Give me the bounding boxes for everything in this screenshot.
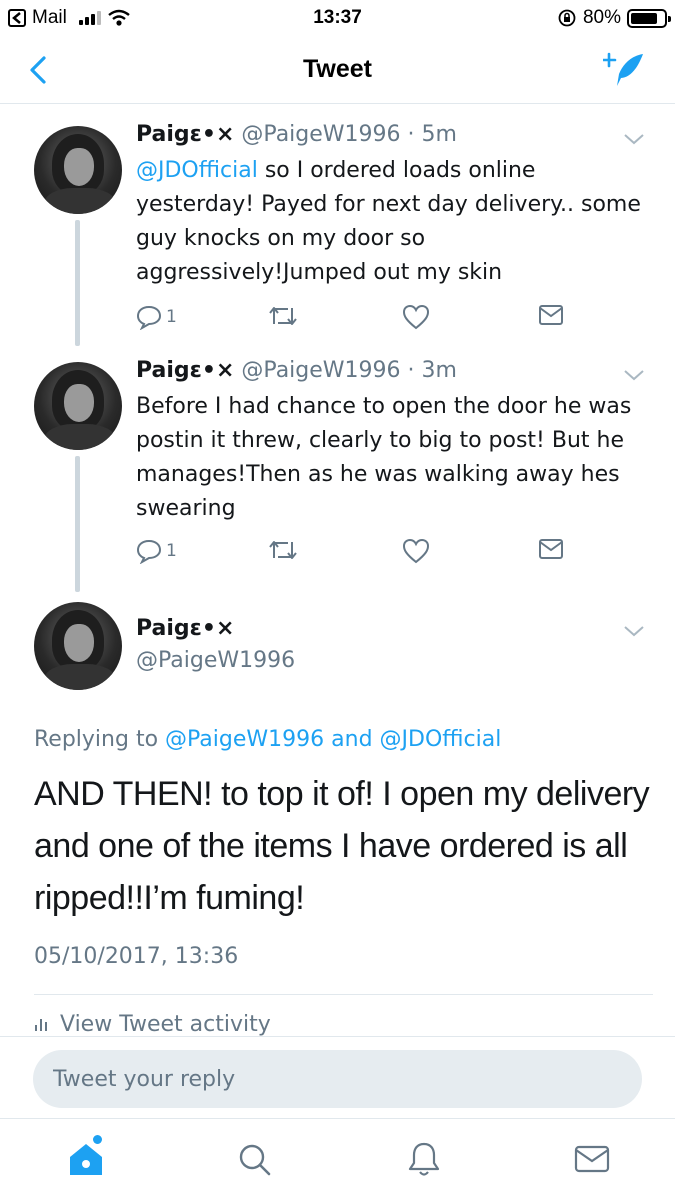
tweet-header: Paigɛ•× @PaigeW1996 · 3m	[136, 358, 457, 383]
compose-quill-icon[interactable]	[603, 48, 647, 92]
like-button[interactable]	[402, 538, 430, 564]
tweet-text: Before I had chance to open the door he …	[136, 394, 632, 521]
nav-bar: Tweet	[0, 36, 675, 104]
thread-tweet-2[interactable]: Paigɛ•× @PaigeW1996 · 3m Before I had ch…	[0, 356, 675, 596]
envelope-icon	[539, 539, 563, 559]
replying-prefix: Replying to	[34, 727, 166, 752]
messages-envelope-icon[interactable]	[572, 1139, 612, 1179]
thread-connector-line	[75, 456, 80, 592]
reply-count: 1	[166, 307, 177, 327]
tweet-actions: 1	[136, 304, 566, 334]
tweet-age: · 5m	[407, 122, 457, 147]
thread-connector-line	[75, 220, 80, 346]
retweet-button[interactable]	[268, 304, 298, 328]
main-tweet-text: AND THEN! to top it of! I open my delive…	[34, 775, 650, 917]
dm-button[interactable]	[538, 304, 564, 326]
tweet-timestamp: 05/10/2017, 13:36	[34, 944, 239, 969]
like-button[interactable]	[402, 304, 430, 330]
heart-icon	[402, 538, 430, 564]
reply-icon	[136, 305, 162, 330]
battery-fill	[631, 12, 657, 24]
thread-tweet-1[interactable]: Paigɛ•× @PaigeW1996 · 5m @JDOfficial so …	[0, 120, 675, 346]
retweet-button[interactable]	[268, 538, 298, 562]
reply-input[interactable]	[33, 1050, 642, 1108]
reply-bar	[0, 1036, 675, 1118]
mention-link[interactable]: @JDOfficial	[136, 158, 258, 183]
notifications-bell-icon[interactable]	[404, 1139, 444, 1179]
view-activity-link[interactable]: View Tweet activity	[34, 1012, 271, 1036]
reply-button[interactable]: 1	[136, 538, 177, 564]
replying-to-mentions[interactable]: @PaigeW1996 and @JDOfficial	[165, 727, 501, 752]
chevron-down-icon[interactable]	[623, 368, 645, 382]
chevron-down-icon[interactable]	[623, 132, 645, 146]
main-avatar[interactable]	[34, 602, 122, 690]
retweet-icon	[269, 541, 297, 559]
page-title: Tweet	[303, 55, 372, 83]
avatar[interactable]	[34, 126, 122, 214]
new-tweets-dot	[93, 1135, 102, 1144]
dm-button[interactable]	[538, 538, 564, 560]
tweet-age: · 3m	[407, 358, 457, 383]
orientation-lock-icon	[558, 9, 576, 27]
battery-percent: 80%	[582, 7, 621, 28]
main-handle[interactable]: @PaigeW1996	[136, 648, 295, 673]
search-icon[interactable]	[234, 1139, 274, 1179]
handle[interactable]: @PaigeW1996	[241, 122, 400, 147]
envelope-icon	[539, 305, 563, 325]
reply-count: 1	[166, 541, 177, 561]
view-activity-label[interactable]: View Tweet activity	[60, 1012, 271, 1036]
chevron-down-icon[interactable]	[623, 624, 645, 638]
display-name[interactable]: Paigɛ•×	[136, 122, 234, 147]
handle[interactable]: @PaigeW1996	[241, 358, 400, 383]
retweet-icon	[269, 307, 297, 325]
heart-icon	[402, 304, 430, 330]
avatar[interactable]	[34, 362, 122, 450]
main-display-name[interactable]: Paigɛ•×	[136, 616, 234, 641]
battery-icon	[627, 8, 671, 28]
display-name[interactable]: Paigɛ•×	[136, 358, 234, 383]
home-icon[interactable]	[66, 1139, 106, 1179]
tab-bar	[0, 1118, 675, 1200]
replying-to-line: Replying to @PaigeW1996 and @JDOfficial	[34, 727, 501, 752]
tweet-header: Paigɛ•× @PaigeW1996 · 5m	[136, 122, 457, 147]
divider	[34, 994, 653, 995]
analytics-icon	[35, 1019, 47, 1031]
tweet-text: @JDOfficial so I ordered loads online ye…	[136, 154, 646, 290]
status-bar: Mail 13:37 80%	[0, 0, 675, 36]
tweet-actions: 1	[136, 538, 566, 568]
status-right: 80%	[557, 7, 671, 29]
reply-icon	[136, 539, 162, 564]
reply-button[interactable]: 1	[136, 304, 177, 330]
